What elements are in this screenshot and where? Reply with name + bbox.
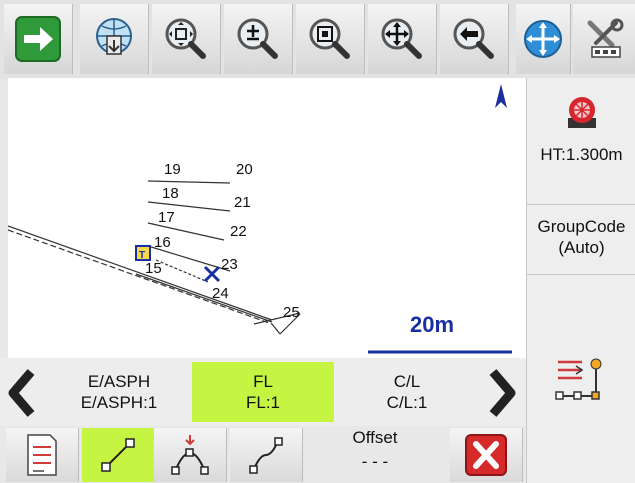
close-button[interactable] (450, 428, 523, 482)
point-label-24: 24 (212, 285, 229, 302)
settings-button[interactable] (573, 4, 635, 74)
point-label-23: 23 (221, 256, 238, 273)
curve-mode-button[interactable] (230, 428, 303, 482)
right-panel: HT:1.300m GroupCode (Auto) (526, 78, 635, 483)
close-icon (465, 434, 507, 476)
point-label-16: 16 (154, 234, 171, 251)
globe-download-icon (96, 18, 132, 55)
code-item-cl[interactable]: C/L C/L:1 (336, 362, 478, 422)
arc-mode-button[interactable] (154, 428, 227, 482)
point-label-21: 21 (234, 194, 251, 211)
point-label-22: 22 (230, 223, 247, 240)
code-count: E/ASPH:1 (80, 393, 158, 412)
curve-mode-icon (249, 437, 283, 474)
code-bar: E/ASPH E/ASPH:1 FL FL:1 C/L C/L:1 (0, 358, 526, 426)
point-labels: 19 20 18 21 17 22 16 15 23 24 25 (145, 161, 300, 321)
zoom-in-out-button[interactable] (224, 4, 293, 74)
offset-label: Offset (352, 428, 398, 447)
zoom-window-icon (309, 18, 350, 59)
code-count: FL:1 (245, 393, 281, 412)
point-label-17: 17 (158, 209, 175, 226)
pan-icon (381, 18, 422, 59)
top-toolbar (0, 0, 635, 80)
globe-download-button[interactable] (80, 4, 149, 74)
code-count: C/L:1 (386, 393, 428, 412)
tools-icon (587, 18, 624, 58)
zoom-in-out-icon (237, 18, 278, 59)
code-list-icon (27, 434, 57, 476)
code-strings-button[interactable] (527, 356, 635, 404)
bottom-toolbar: Offset - - - (0, 426, 526, 483)
offset-value: - - - (361, 452, 389, 471)
arc-mode-icon (171, 435, 209, 475)
north-arrow-icon (495, 84, 507, 108)
current-position-marker (203, 265, 221, 283)
pan-button[interactable] (368, 4, 437, 74)
zoom-extents-icon (165, 18, 206, 59)
code-name: FL (253, 372, 273, 391)
target-prism-icon (567, 97, 596, 128)
code-item-easph[interactable]: E/ASPH E/ASPH:1 (48, 362, 190, 422)
navigate-button[interactable] (516, 4, 571, 74)
offset-field[interactable]: Offset - - - (306, 428, 444, 482)
code-name: E/ASPH (87, 372, 151, 391)
scale-label: 20m (410, 312, 455, 337)
point-label-18: 18 (162, 185, 179, 202)
map-view[interactable]: T 19 20 18 21 17 22 16 15 23 24 25 20m (8, 78, 526, 358)
divider (527, 274, 635, 275)
line-mode-button[interactable] (82, 428, 155, 482)
next-codes-button[interactable] (482, 364, 522, 422)
point-label-20: 20 (236, 161, 253, 178)
previous-codes-button[interactable] (2, 364, 42, 422)
code-item-fl[interactable]: FL FL:1 (192, 362, 334, 422)
next-button[interactable] (4, 4, 73, 74)
chevron-left-icon (8, 369, 35, 417)
code-strings-icon (554, 358, 601, 400)
divider (527, 204, 635, 205)
zoom-window-button[interactable] (296, 4, 365, 74)
zoom-previous-button[interactable] (440, 4, 509, 74)
instrument-height-button[interactable]: HT:1.300m (527, 92, 635, 184)
chevron-right-icon (489, 369, 516, 417)
point-label-19: 19 (164, 161, 181, 178)
next-arrow-icon (15, 16, 61, 62)
line-mode-icon (101, 438, 135, 472)
code-name: C/L (393, 372, 421, 391)
target-marker: T (135, 245, 151, 261)
group-code-title: GroupCode (537, 217, 626, 236)
code-list-button[interactable] (6, 428, 79, 482)
point-label-25: 25 (283, 304, 300, 321)
group-code-value: (Auto) (558, 238, 605, 257)
instrument-height-label: HT:1.300m (540, 145, 623, 164)
point-label-15: 15 (145, 260, 162, 277)
zoom-extents-button[interactable] (152, 4, 221, 74)
group-code-button[interactable]: GroupCode (Auto) (527, 216, 635, 258)
compass-globe-icon (524, 20, 562, 58)
zoom-previous-icon (453, 18, 494, 59)
survey-lines (8, 180, 301, 335)
